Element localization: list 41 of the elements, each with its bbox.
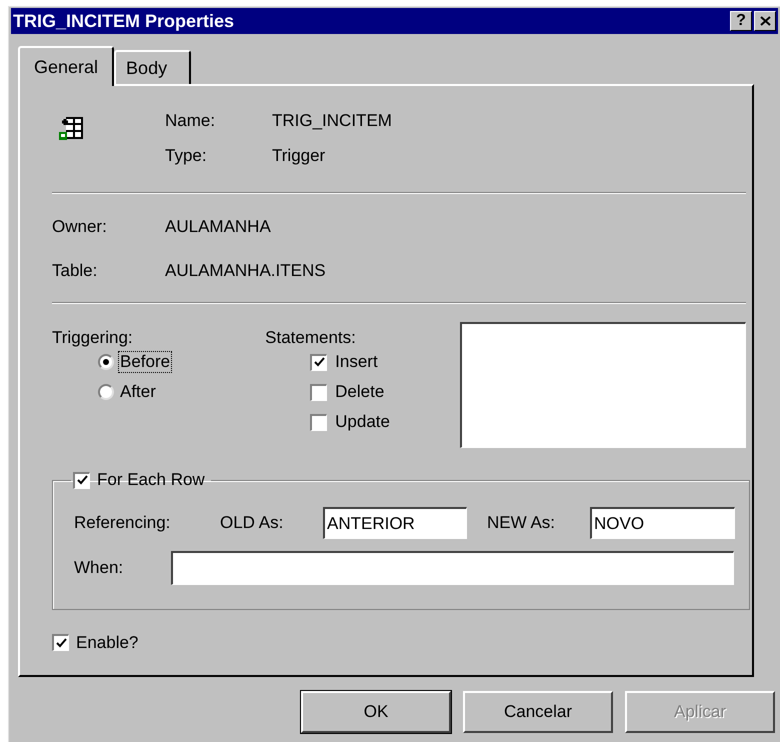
help-button[interactable]: ? <box>730 11 752 31</box>
checkbox-label: For Each Row <box>97 469 206 492</box>
close-button[interactable] <box>754 11 776 31</box>
field-value: AULAMANHA.ITENS <box>165 260 326 280</box>
option-label: Delete <box>335 381 384 404</box>
field-label: Referencing: <box>74 512 172 534</box>
option-label[interactable]: Before <box>118 351 172 373</box>
checkbox[interactable] <box>52 634 69 652</box>
close-icon <box>760 16 770 26</box>
field-label: Type: <box>165 145 208 165</box>
field-label: NEW As: <box>487 512 556 534</box>
radio-button[interactable] <box>98 354 114 370</box>
option-label: Insert <box>335 351 378 374</box>
list-box[interactable] <box>460 322 746 448</box>
checkbox[interactable] <box>310 414 328 430</box>
section-label: Triggering: <box>52 327 134 347</box>
tab[interactable]: Body <box>114 50 192 84</box>
text-field[interactable] <box>171 551 734 585</box>
text-field[interactable]: NOVO <box>590 507 735 539</box>
text-field[interactable]: ANTERIOR <box>323 507 467 539</box>
dialog-button[interactable]: OK <box>301 691 451 733</box>
tab[interactable]: General <box>18 46 114 86</box>
field-value: TRIG_INCITEM <box>272 110 392 130</box>
field-label: Owner: <box>52 216 108 236</box>
field-label: OLD As: <box>220 512 284 534</box>
field-value: AULAMANHA <box>165 216 271 236</box>
option-label[interactable]: After <box>118 381 158 403</box>
radio-button[interactable] <box>98 384 114 400</box>
window-title: TRIG_INCITEM Properties <box>13 10 236 33</box>
field-label: When: <box>74 557 124 580</box>
field-value: Trigger <box>272 145 326 165</box>
trigger-table-icon <box>58 116 84 142</box>
checkbox[interactable] <box>73 472 90 488</box>
checkbox-label: Enable? <box>76 632 138 654</box>
checkbox[interactable] <box>310 354 328 370</box>
field-label: Table: <box>52 260 98 280</box>
checkbox[interactable] <box>310 384 328 400</box>
option-label: Update <box>335 411 390 434</box>
section-label: Statements: <box>265 327 357 347</box>
field-label: Name: <box>165 110 216 130</box>
dialog-button[interactable]: Cancelar <box>463 691 613 733</box>
